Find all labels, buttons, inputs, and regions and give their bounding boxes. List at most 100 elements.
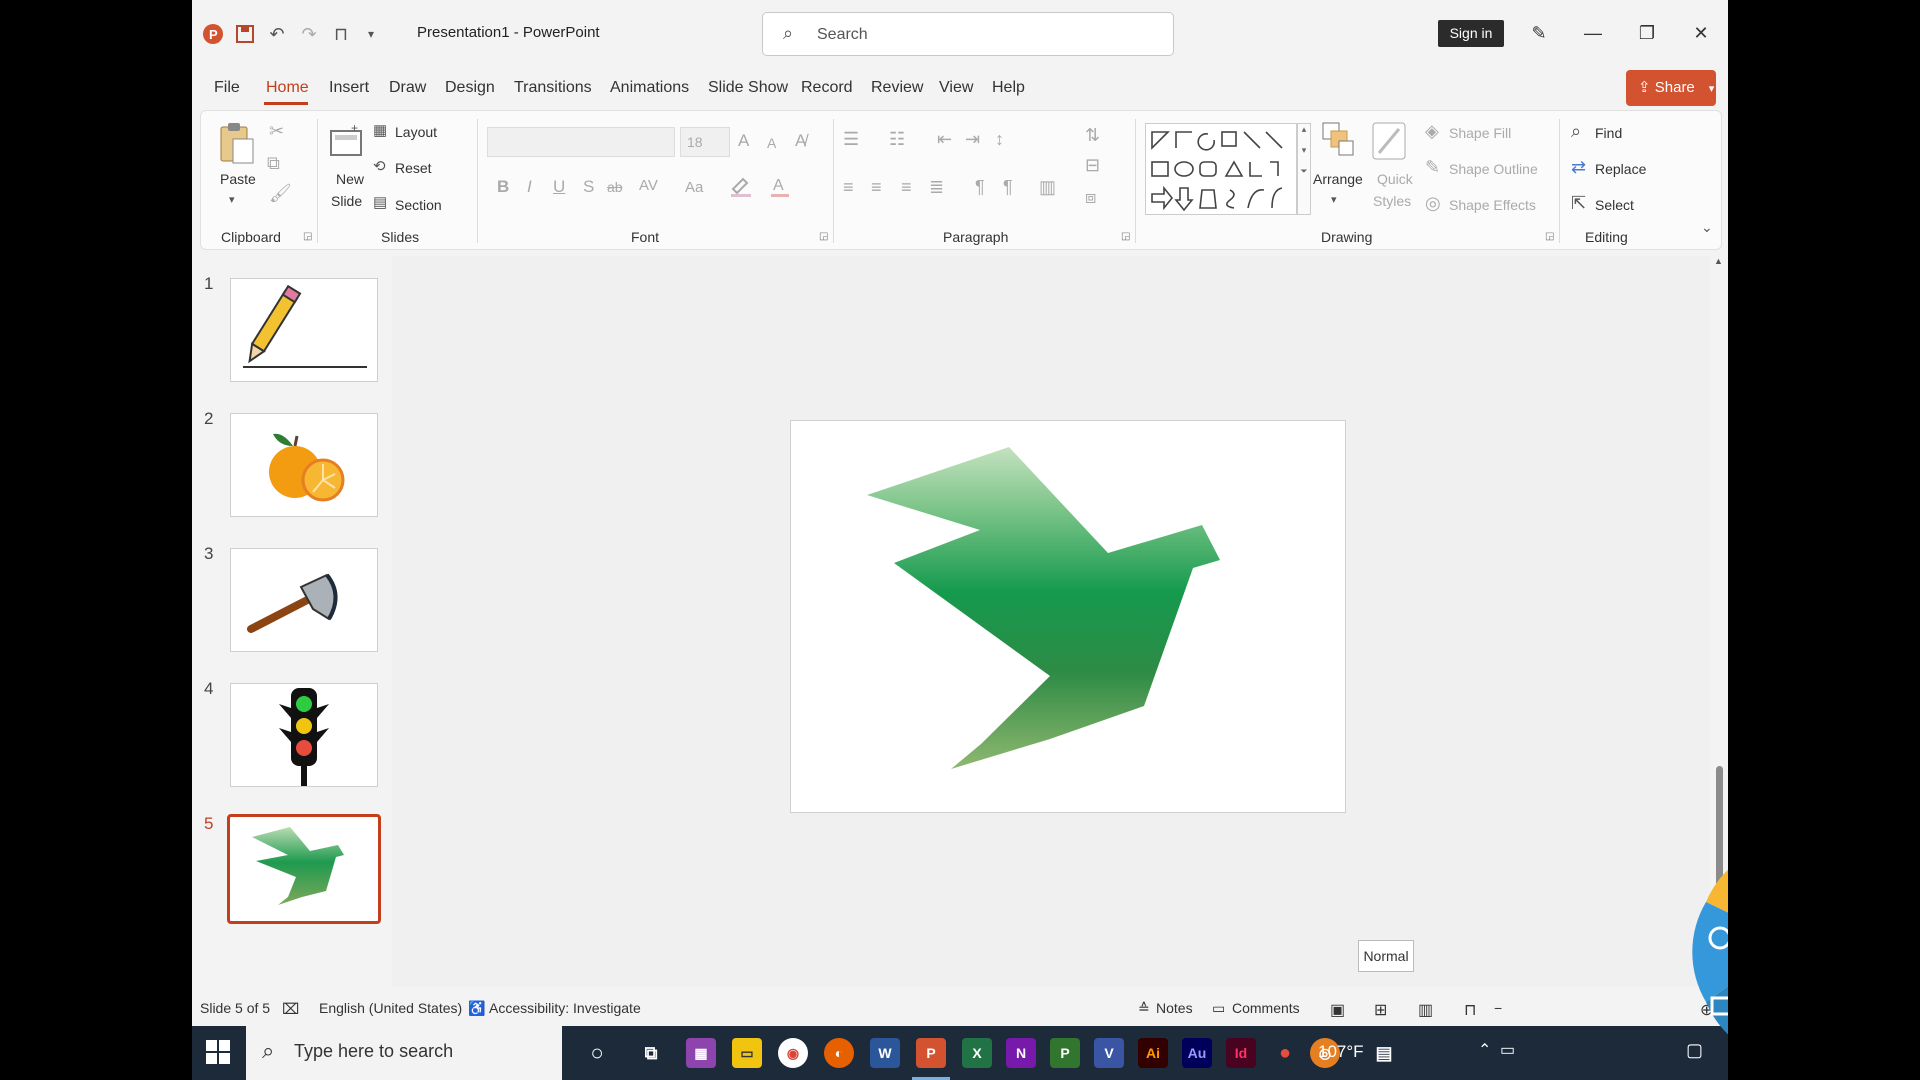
new-slide-icon[interactable]: + [329,121,363,162]
tab-slide-show[interactable]: Slide Show [708,79,788,97]
change-case-button[interactable]: Aa [685,179,703,196]
undo-icon[interactable]: ↶ [264,21,290,47]
project-icon[interactable]: P [1050,1038,1080,1068]
language-status[interactable]: English (United States) [319,1000,462,1016]
sign-in-button[interactable]: Sign in [1438,20,1504,47]
font-color-icon[interactable]: A [769,175,791,202]
italic-button[interactable]: I [527,177,532,197]
decrease-indent-icon[interactable]: ⇤ [937,129,952,150]
news-icon[interactable]: ▤ [1372,1038,1396,1068]
tab-review[interactable]: Review [871,79,923,97]
reading-view-icon[interactable]: ▥ [1418,1000,1433,1020]
dialog-launcher-icon[interactable]: ◲ [1121,231,1130,242]
chevron-up-icon[interactable]: ⌃ [1478,1040,1491,1060]
arrange-icon[interactable] [1321,121,1355,164]
format-painter-icon[interactable]: 🖌 [269,183,292,204]
customize-toolbar-icon[interactable]: ▾ [358,21,384,47]
windows-start-icon[interactable] [206,1040,230,1069]
increase-indent-icon[interactable]: ⇥ [965,129,980,150]
redo-icon[interactable]: ↷ [296,21,322,47]
slideshow-view-icon[interactable]: ⊓ [1464,1000,1476,1020]
tab-design[interactable]: Design [445,79,495,97]
minimize-icon[interactable]: — [1578,18,1608,48]
strikethrough-button[interactable]: ab [607,179,623,195]
cortana-icon[interactable]: ○ [582,1038,612,1068]
slide-thumbnail-2[interactable] [230,413,378,517]
select-icon[interactable]: ⇱ [1571,193,1586,214]
tab-file[interactable]: File [214,79,240,97]
save-icon[interactable] [232,21,258,47]
collapse-ribbon-icon[interactable]: ⌄ [1701,219,1713,236]
illustrator-icon[interactable]: Ai [1138,1038,1168,1068]
numbering-icon[interactable]: ☷ [889,129,905,150]
word-icon[interactable]: W [870,1038,900,1068]
chrome-icon[interactable]: ◉ [778,1038,808,1068]
new-slide-label-2[interactable]: Slide [331,193,362,209]
taskbar-search[interactable]: ⌕ Type here to search [246,1026,562,1080]
chevron-down-icon[interactable]: ▾ [1331,193,1337,206]
close-icon[interactable]: ✕ [1686,18,1716,48]
file-explorer-icon[interactable]: ▭ [732,1038,762,1068]
tab-draw[interactable]: Draw [389,79,426,97]
audition-icon[interactable]: Au [1182,1038,1212,1068]
share-button[interactable]: ⇪ Share ▾ [1626,70,1716,106]
smartart-icon[interactable]: ⧈ [1085,187,1096,208]
spelling-icon[interactable]: ⌧ [282,1000,299,1018]
scroll-up-icon[interactable]: ▲ [1714,256,1723,266]
pen-icon[interactable]: ✎ [1524,18,1554,48]
line-spacing-icon[interactable]: ↕ [995,129,1004,150]
accessibility-status[interactable]: Accessibility: Investigate [489,1000,641,1016]
layout-icon[interactable]: ▦ [373,121,387,139]
firefox-icon[interactable]: ◐ [824,1038,854,1068]
paste-icon[interactable] [215,121,259,165]
paste-label[interactable]: Paste [220,171,256,187]
slide-thumbnail-3[interactable] [230,548,378,652]
highlight-color-icon[interactable] [729,175,753,202]
shadow-button[interactable]: S [583,177,594,197]
slide-thumbnail-4[interactable] [230,683,378,787]
arrange-button[interactable]: Arrange [1313,171,1363,187]
restore-icon[interactable]: ❐ [1632,18,1662,48]
dialog-launcher-icon[interactable]: ◲ [303,231,312,242]
align-text-icon[interactable]: ⊟ [1085,155,1100,176]
justify-icon[interactable]: ≣ [929,177,944,198]
reset-icon[interactable]: ⟲ [373,157,386,175]
cut-icon[interactable]: ✂ [269,121,284,142]
new-slide-label-1[interactable]: New [336,171,364,187]
grow-font-button[interactable]: A [738,131,749,151]
dialog-launcher-icon[interactable]: ◲ [1545,231,1554,242]
comments-icon[interactable]: ▭ [1212,1000,1225,1017]
replace-button[interactable]: Replace [1595,161,1646,177]
winrar-icon[interactable]: ▦ [686,1038,716,1068]
character-spacing-button[interactable]: AV [639,177,658,194]
layout-button[interactable]: Layout [395,124,437,140]
slide-sorter-icon[interactable]: ⊞ [1374,1000,1387,1020]
reset-button[interactable]: Reset [395,160,432,176]
shape-fill-button[interactable]: Shape Fill [1449,125,1511,141]
clear-formatting-icon[interactable]: A̸ [795,131,806,151]
search-box[interactable]: ⌕ Search [762,12,1174,56]
align-left-icon[interactable]: ≡ [843,177,854,198]
notes-button[interactable]: Notes [1156,1000,1193,1016]
shapes-gallery[interactable] [1145,123,1297,215]
align-right-icon[interactable]: ≡ [901,177,912,198]
select-button[interactable]: Select [1595,197,1634,213]
normal-view-icon[interactable]: ▣ [1330,1000,1345,1020]
find-button[interactable]: Find [1595,125,1622,141]
indesign-icon[interactable]: Id [1226,1038,1256,1068]
shape-effects-button[interactable]: Shape Effects [1449,197,1536,213]
shape-outline-icon[interactable]: ✎ [1425,157,1440,178]
tab-record[interactable]: Record [801,79,853,97]
excel-icon[interactable]: X [962,1038,992,1068]
replace-icon[interactable]: ⇄ [1571,157,1586,178]
quick-styles-label-1[interactable]: Quick [1377,171,1413,187]
present-icon[interactable]: ⊓ [328,21,354,47]
underline-button[interactable]: U [553,177,565,197]
quick-styles-label-2[interactable]: Styles [1373,193,1411,209]
shrink-font-button[interactable]: A [767,135,776,151]
powerpoint-taskbar-icon[interactable]: P [916,1038,946,1068]
tab-home[interactable]: Home [266,79,309,97]
comments-button[interactable]: Comments [1232,1000,1300,1016]
section-button[interactable]: Section [395,197,442,213]
tab-insert[interactable]: Insert [329,79,369,97]
